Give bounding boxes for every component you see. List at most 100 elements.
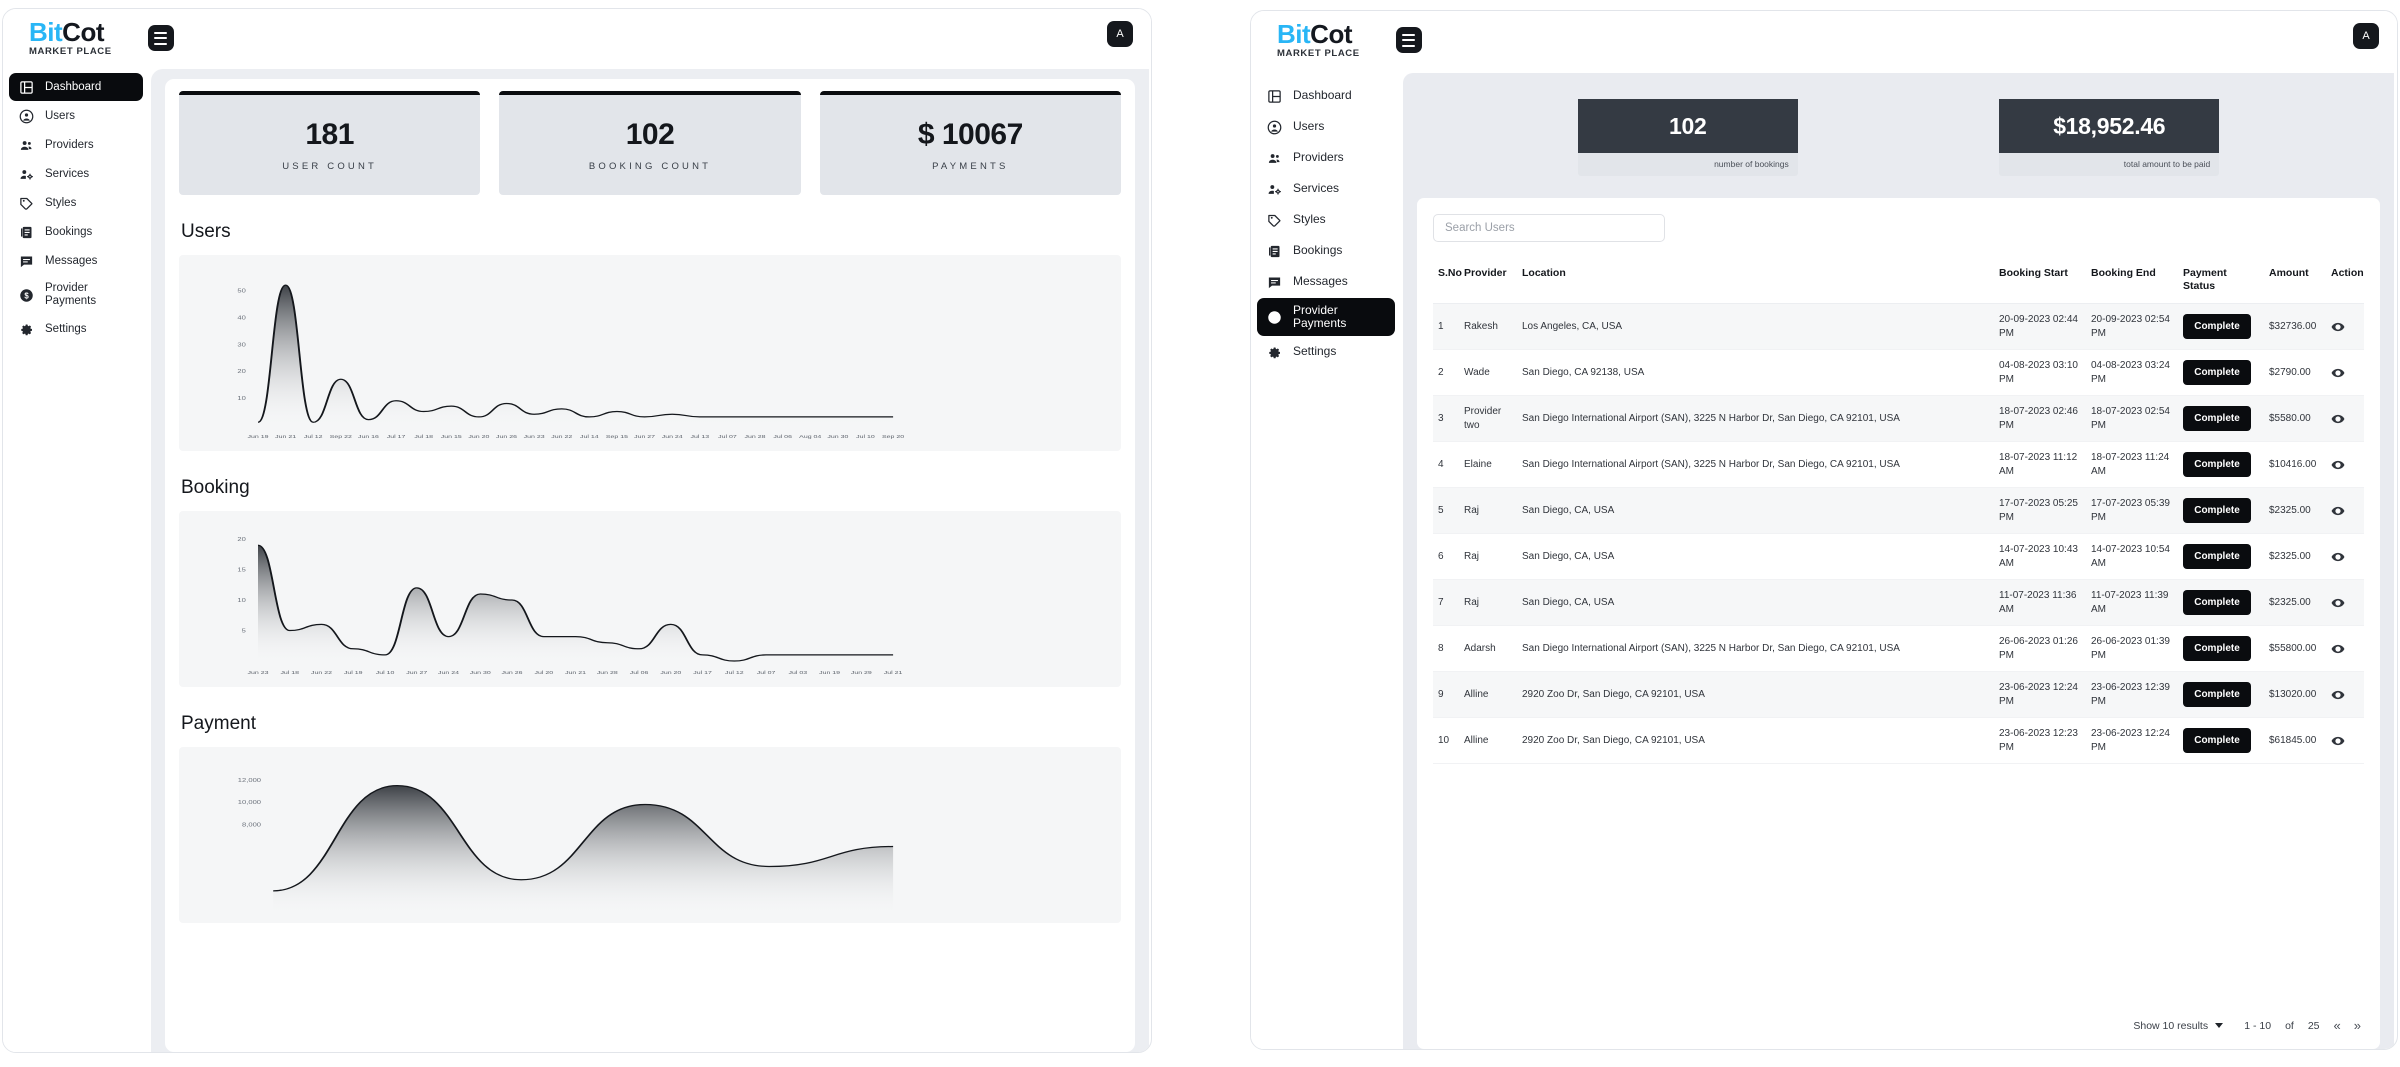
sidebar-item-bookings[interactable]: Bookings (9, 218, 143, 246)
service-icon (1267, 182, 1282, 197)
eye-icon[interactable] (2331, 366, 2345, 380)
sidebar-item-styles[interactable]: Styles (9, 189, 143, 217)
cell-booking-start: 14-07-2023 10:43 AM (1994, 534, 2086, 580)
sidebar-item-services[interactable]: Services (9, 160, 143, 188)
svg-text:Jun 22: Jun 22 (551, 435, 572, 440)
svg-text:Jun 28: Jun 28 (745, 435, 767, 440)
hamburger-icon[interactable] (148, 25, 174, 51)
table-row[interactable]: 10Alline2920 Zoo Dr, San Diego, CA 92101… (1433, 718, 2364, 764)
sidebar-item-dashboard[interactable]: Dashboard (9, 73, 143, 101)
eye-icon[interactable] (2331, 642, 2345, 656)
table-row[interactable]: 8AdarshSan Diego International Airport (… (1433, 626, 2364, 672)
sidebar-item-dashboard[interactable]: Dashboard (1257, 81, 1395, 111)
hamburger-icon[interactable] (1396, 27, 1422, 53)
gear-icon (19, 322, 34, 337)
table-row[interactable]: 5RajSan Diego, CA, USA17-07-2023 05:25 P… (1433, 488, 2364, 534)
table-row[interactable]: 7RajSan Diego, CA, USA11-07-2023 11:36 A… (1433, 580, 2364, 626)
dollar-icon: $ (1267, 310, 1282, 325)
eye-icon[interactable] (2331, 734, 2345, 748)
table-row[interactable]: 2WadeSan Diego, CA 92138, USA04-08-2023 … (1433, 350, 2364, 396)
sidebar-item-provider-payments[interactable]: $Provider Payments (9, 276, 143, 314)
table-row[interactable]: 3Provider twoSan Diego International Air… (1433, 396, 2364, 442)
page-range: 1 - 10 (2237, 1020, 2271, 1032)
sidebar-item-messages[interactable]: Messages (9, 247, 143, 275)
dashboard-content: 181 USER COUNT 102 BOOKING COUNT $ 10067… (151, 69, 1149, 1052)
chevron-double-left-icon[interactable]: « (2334, 1018, 2340, 1033)
svg-text:Jul 21: Jul 21 (884, 671, 903, 676)
cell-payment-status: Complete (2178, 442, 2264, 488)
sidebar-item-provider-payments[interactable]: $Provider Payments (1257, 298, 1395, 336)
pagination: Show 10 results 1 - 10 of 25 « » (1433, 1004, 2364, 1049)
status-badge[interactable]: Complete (2183, 544, 2251, 569)
eye-icon[interactable] (2331, 688, 2345, 702)
sidebar-item-users[interactable]: Users (1257, 112, 1395, 142)
status-badge[interactable]: Complete (2183, 452, 2251, 477)
eye-icon[interactable] (2331, 550, 2345, 564)
svg-text:40: 40 (237, 315, 246, 320)
sidebar-item-users[interactable]: Users (9, 102, 143, 130)
cell-location: San Diego International Airport (SAN), 3… (1517, 442, 1994, 488)
sidebar-item-providers[interactable]: Providers (9, 131, 143, 159)
cell-booking-end: 11-07-2023 11:39 AM (2086, 580, 2178, 626)
sidebar-item-settings[interactable]: Settings (9, 315, 143, 343)
status-badge[interactable]: Complete (2183, 728, 2251, 753)
sidebar-item-messages[interactable]: Messages (1257, 267, 1395, 297)
svg-text:20: 20 (237, 369, 246, 374)
table-row[interactable]: 6RajSan Diego, CA, USA14-07-2023 10:43 A… (1433, 534, 2364, 580)
col-provider: Provider (1459, 261, 1517, 304)
dashboard-icon (1267, 89, 1282, 104)
cell-provider: Adarsh (1459, 626, 1517, 672)
status-badge[interactable]: Complete (2183, 406, 2251, 431)
sidebar-item-styles[interactable]: Styles (1257, 205, 1395, 235)
search-input[interactable] (1433, 214, 1665, 242)
cell-sno: 8 (1433, 626, 1459, 672)
kpi-card-amount: $18,952.46 total amount to be paid (1999, 99, 2219, 176)
avatar[interactable]: A (2353, 23, 2379, 49)
col-payment-status: Payment Status (2178, 261, 2264, 304)
payments-content: 102 number of bookings $18,952.46 total … (1403, 73, 2394, 1049)
svg-text:Jul 17: Jul 17 (693, 671, 712, 676)
eye-icon[interactable] (2331, 458, 2345, 472)
sidebar-item-bookings[interactable]: Bookings (1257, 236, 1395, 266)
sidebar-item-label: Styles (1293, 213, 1326, 226)
svg-text:Jun 21: Jun 21 (275, 435, 296, 440)
top-bar: BitCot MARKET PLACE A (1251, 11, 2397, 69)
chevron-double-right-icon[interactable]: » (2354, 1018, 2360, 1033)
eye-icon[interactable] (2331, 504, 2345, 518)
stat-card: $ 10067 PAYMENTS (820, 91, 1121, 195)
table-row[interactable]: 4ElaineSan Diego International Airport (… (1433, 442, 2364, 488)
sidebar-item-services[interactable]: Services (1257, 174, 1395, 204)
svg-text:Aug 04: Aug 04 (799, 435, 822, 440)
sidebar-item-label: Users (45, 110, 75, 123)
tag-icon (1267, 213, 1282, 228)
svg-text:$: $ (24, 291, 29, 300)
eye-icon[interactable] (2331, 412, 2345, 426)
section-title-payment: Payment (181, 713, 1121, 735)
status-badge[interactable]: Complete (2183, 314, 2251, 339)
svg-text:Jul 13: Jul 13 (690, 435, 709, 440)
table-row[interactable]: 1RakeshLos Angeles, CA, USA20-09-2023 02… (1433, 304, 2364, 350)
sidebar-item-providers[interactable]: Providers (1257, 143, 1395, 173)
status-badge[interactable]: Complete (2183, 498, 2251, 523)
cell-provider: Wade (1459, 350, 1517, 396)
status-badge[interactable]: Complete (2183, 636, 2251, 661)
payments-table-card: S.No Provider Location Booking Start Boo… (1417, 198, 2380, 1049)
svg-text:Jun 27: Jun 27 (634, 435, 655, 440)
status-badge[interactable]: Complete (2183, 590, 2251, 615)
brand-name-secondary: Cot (62, 17, 104, 47)
eye-icon[interactable] (2331, 596, 2345, 610)
cell-sno: 1 (1433, 304, 1459, 350)
eye-icon[interactable] (2331, 320, 2345, 334)
page-size-selector[interactable]: Show 10 results (2133, 1020, 2223, 1032)
cell-action (2326, 580, 2364, 626)
svg-text:Jul 06: Jul 06 (773, 435, 792, 440)
status-badge[interactable]: Complete (2183, 682, 2251, 707)
status-badge[interactable]: Complete (2183, 360, 2251, 385)
avatar[interactable]: A (1107, 21, 1133, 47)
table-row[interactable]: 9Alline2920 Zoo Dr, San Diego, CA 92101,… (1433, 672, 2364, 718)
cell-payment-status: Complete (2178, 350, 2264, 396)
sidebar-item-label: Bookings (1293, 244, 1342, 257)
cell-location: San Diego International Airport (SAN), 3… (1517, 626, 1994, 672)
cell-location: San Diego, CA, USA (1517, 488, 1994, 534)
sidebar-item-settings[interactable]: Settings (1257, 337, 1395, 367)
